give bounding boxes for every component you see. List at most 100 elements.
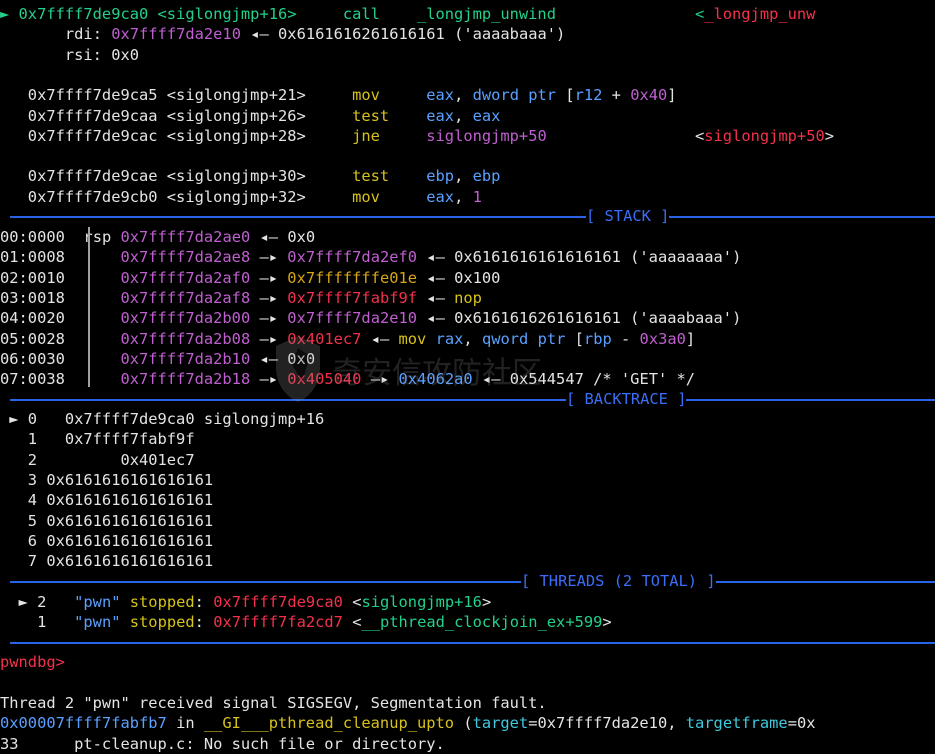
- thread-row: ► 2 "pwn" stopped: 0x7ffff7de9ca0 <siglo…: [0, 592, 935, 612]
- text-segment: "pwn": [74, 593, 121, 611]
- backtrace-frame: 7 0x6161616161616161: [0, 551, 935, 571]
- text-segment: [65, 248, 121, 266]
- text-segment: siglongjmp+50: [704, 126, 825, 145]
- text-segment: [120, 613, 129, 631]
- text-segment: [389, 107, 426, 125]
- text-segment: 05:0028: [0, 329, 65, 348]
- stack-row: 00:0000 rsp 0x7ffff7da2ae0 ◂— 0x0: [0, 227, 935, 247]
- text-segment: rsi: 0x0: [0, 45, 139, 64]
- backtrace-frame: 3 0x6161616161616161: [0, 470, 935, 490]
- backtrace-frame: 5 0x6161616161616161: [0, 511, 935, 531]
- thread-row: 1 "pwn" stopped: 0x7ffff7fa2cd7 <__pthre…: [0, 612, 935, 632]
- stack-row: 02:0010 0x7ffff7da2af0 —▸ 0x7fffffffe01e…: [0, 268, 935, 288]
- stack-row: 05:0028 0x7ffff7da2b08 —▸ 0x401ec7 ◂— mo…: [0, 329, 935, 349]
- text-segment: 0x405040: [287, 370, 362, 389]
- text-segment: <: [342, 613, 362, 632]
- text-segment: nop: [454, 288, 482, 307]
- backtrace-frame: 1 0x7ffff7fabf9f: [0, 429, 935, 449]
- text-segment: mov: [352, 187, 380, 206]
- text-segment: :: [194, 593, 214, 611]
- text-segment: 1 0x7ffff7fabf9f: [0, 430, 195, 449]
- stack-row: 04:0020 0x7ffff7da2b00 —▸ 0x7ffff7da2e10…: [0, 308, 935, 328]
- text-segment: jne: [352, 126, 380, 145]
- text-segment: 5 0x6161616161616161: [0, 511, 214, 530]
- text-segment: ◂— 0x0: [250, 349, 316, 368]
- backtrace-frame: 2 0x401ec7: [0, 450, 935, 470]
- pwndbg-prompt[interactable]: pwndbg>: [0, 652, 935, 672]
- disasm-arg-rsi: rsi: 0x0: [0, 45, 935, 65]
- text-segment: 0x7ffff7da2ef0: [287, 248, 418, 267]
- text-segment: 00:0000: [0, 228, 65, 246]
- backtrace-frame: 4 0x6161616161616161: [0, 490, 935, 510]
- text-segment: [65, 309, 121, 327]
- text-segment: targetframe: [685, 714, 788, 733]
- stack-row: 06:0030 0x7ffff7da2b10 ◂— 0x0: [0, 349, 935, 369]
- stack-header: [ STACK ]: [586, 206, 670, 226]
- text-segment: eax: [472, 106, 501, 125]
- text-segment: eax: [426, 106, 455, 125]
- text-segment: ,: [454, 167, 473, 186]
- text-segment: siglongjmp+16: [361, 593, 482, 611]
- text-segment: 06:0030: [0, 349, 65, 368]
- text-segment: mov: [352, 86, 380, 105]
- text-segment: ► 2: [0, 593, 75, 611]
- disasm-arg-rdi: rdi: 0x7ffff7da2e10 ◂— 0x616161626161616…: [0, 24, 935, 44]
- text-segment: __GI___pthread_cleanup_upto: [203, 714, 455, 733]
- disasm-blank-1: [0, 65, 935, 85]
- text-segment: eax: [426, 86, 455, 105]
- text-segment: [380, 127, 426, 145]
- text-segment: 0x7ffff7de9ca0: [213, 593, 343, 611]
- text-segment: 04:0020: [0, 309, 65, 328]
- threads-separator: [ THREADS (2 TOTAL) ]: [0, 571, 935, 591]
- text-segment: 0x7ffff7da2b00: [120, 309, 251, 328]
- text-segment: [65, 289, 121, 307]
- text-segment: ◂—: [417, 288, 455, 307]
- text-segment: ebp: [472, 167, 501, 186]
- stack-row: 07:0038 0x7ffff7da2b18 —▸ 0x405040 —▸ 0x…: [0, 369, 935, 389]
- prompt-separator: [0, 632, 935, 652]
- text-segment: 0x4062a0: [398, 370, 473, 389]
- text-segment: 01:0008: [0, 248, 65, 267]
- disasm-line: 0x7ffff7de9caa <siglongjmp+26> test eax,…: [0, 106, 935, 126]
- disasm-blank-2: [0, 146, 935, 166]
- text-segment: ]: [685, 329, 696, 348]
- text-segment: 0x7ffff7da2af8: [120, 288, 251, 307]
- text-segment: 0x7ffff7da2ae8: [120, 248, 251, 267]
- text-segment: 0x00007ffff7fabfb7: [0, 714, 167, 733]
- text-segment: siglongjmp+50: [426, 126, 547, 145]
- text-segment: 0x7ffff7da2ae0: [120, 228, 251, 246]
- text-segment: _longjmp_unw: [704, 5, 816, 23]
- text-segment: qword ptr: [481, 329, 566, 348]
- text-segment: >: [602, 613, 612, 632]
- text-segment: 1: [472, 187, 482, 206]
- backtrace-frame: ► 0 0x7ffff7de9ca0 siglongjmp+16: [0, 409, 935, 429]
- disasm-line: 0x7ffff7de9ca5 <siglongjmp+21> mov eax, …: [0, 85, 935, 105]
- text-segment: mov: [398, 329, 427, 348]
- text-segment: rbp: [583, 329, 612, 348]
- backtrace-header: [ BACKTRACE ]: [566, 389, 687, 409]
- text-segment: 0x7ffff7de9caa <siglongjmp+26>: [0, 106, 353, 125]
- text-segment: test: [352, 167, 390, 186]
- backtrace-separator: [ BACKTRACE ]: [0, 389, 935, 409]
- text-segment: ◂— 0x6161616261616161 ('aaaabaaa'): [240, 25, 566, 44]
- text-segment: —▸: [250, 329, 288, 348]
- text-segment: ◂— 0x6161616161616161 ('aaaaaaaa'): [417, 248, 742, 267]
- text-segment: 0x7ffff7de9cac <siglongjmp+28>: [0, 126, 353, 145]
- text-segment: 0x7ffff7da2e10: [287, 309, 418, 328]
- text-segment: [: [565, 329, 584, 348]
- disasm-current: ► 0x7ffff7de9ca0 <siglongjmp+16> call _l…: [0, 4, 935, 24]
- text-segment: [65, 370, 121, 388]
- text-segment: dword ptr: [472, 86, 557, 105]
- threads-header: [ THREADS (2 TOTAL) ]: [521, 571, 716, 591]
- text-segment: ,: [454, 106, 473, 125]
- stack-separator: [ STACK ]: [0, 206, 935, 226]
- text-segment: —▸: [250, 309, 288, 328]
- text-segment: in: [166, 714, 204, 733]
- text-segment: rax: [435, 329, 464, 348]
- text-segment: [0, 25, 65, 43]
- text-segment: 4 0x6161616161616161: [0, 491, 214, 510]
- signal-message: Thread 2 "pwn" received signal SIGSEGV, …: [0, 693, 935, 713]
- text-segment: [380, 86, 426, 104]
- terminal-window[interactable]: ► 0x7ffff7de9ca0 <siglongjmp+16> call _l…: [0, 0, 935, 754]
- text-segment: ,: [454, 187, 473, 206]
